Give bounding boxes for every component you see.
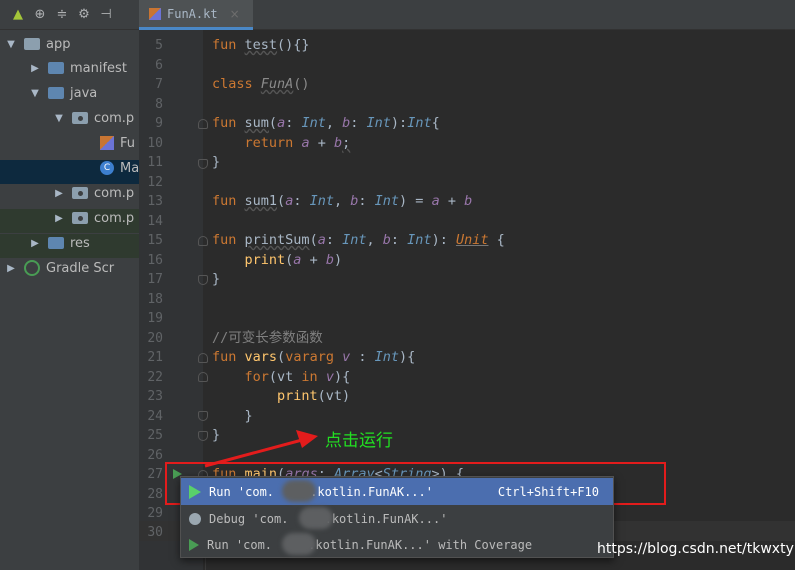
redaction-blur [282, 533, 316, 555]
run-context-popup: Run 'com. .kotlin.FunAK...' Ctrl+Shift+F… [180, 476, 614, 558]
annotation-label: 点击运行 [325, 431, 393, 451]
redaction-blur [282, 480, 316, 502]
menu-item-shortcut: Ctrl+Shift+F10 [497, 484, 599, 499]
menu-item-label: Run 'com. .kotlin.FunAK...' with Coverag… [207, 537, 533, 552]
menu-item-debug[interactable]: Debug 'com. .kotlin.FunAK...' [181, 505, 613, 532]
menu-item-run[interactable]: Run 'com. .kotlin.FunAK...' Ctrl+Shift+F… [181, 478, 613, 505]
menu-item-label: Run 'com. .kotlin.FunAK...' [209, 484, 433, 499]
redaction-blur [299, 507, 333, 529]
debug-icon [189, 512, 201, 525]
watermark: https://blog.csdn.net/tkwxty [597, 541, 794, 557]
menu-item-coverage[interactable]: Run 'com. .kotlin.FunAK...' with Coverag… [181, 531, 613, 558]
run-icon [189, 484, 201, 499]
coverage-icon [189, 538, 199, 551]
